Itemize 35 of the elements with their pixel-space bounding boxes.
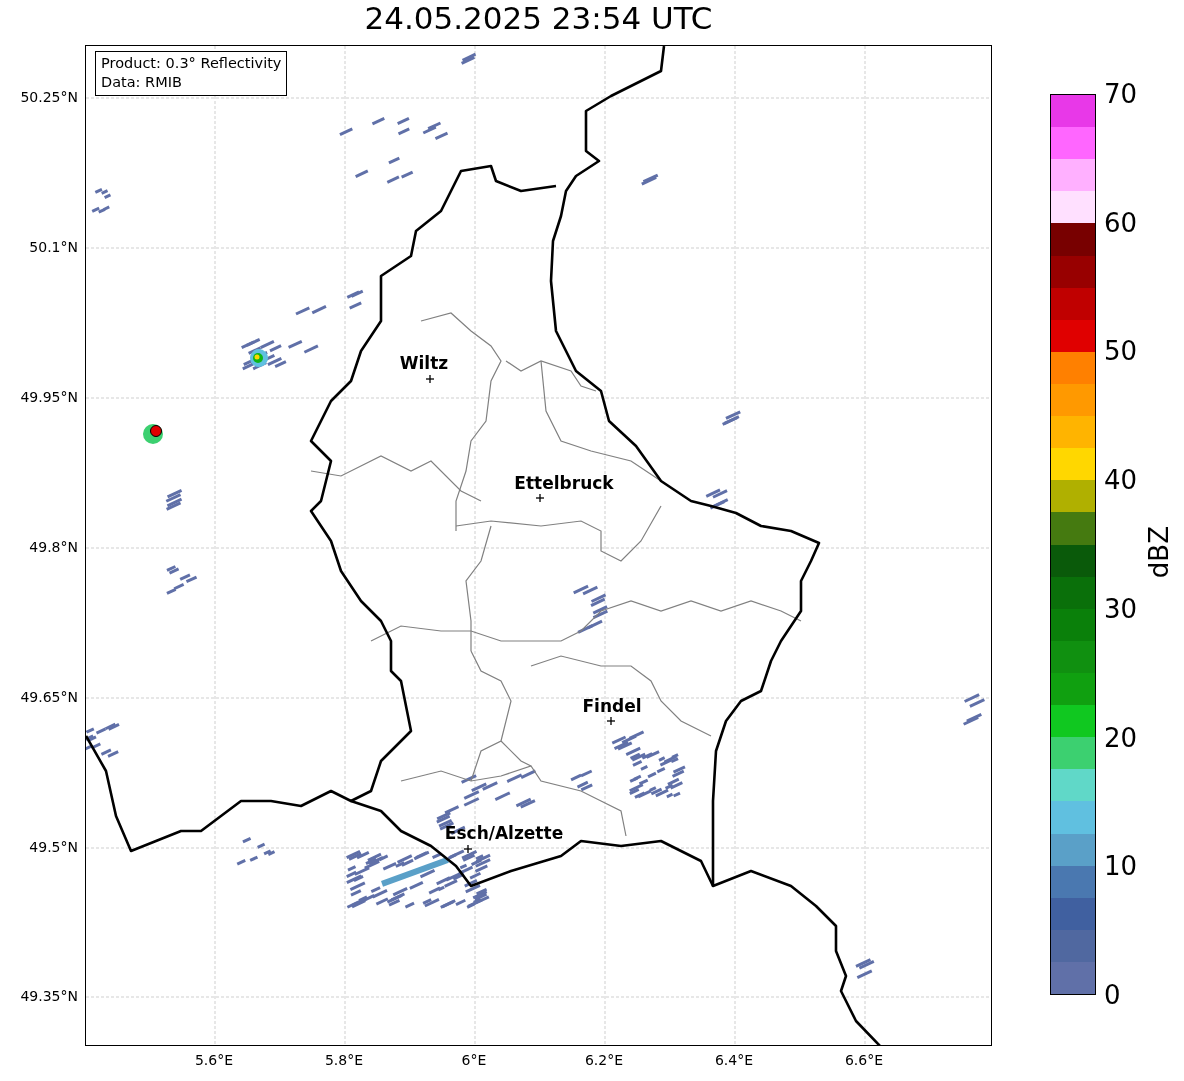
tick-label: 6.6°E	[844, 1051, 884, 1069]
tick-label: 49.65°N	[20, 688, 78, 706]
chart-title: 24.05.2025 23:54 UTC	[363, 0, 714, 38]
tick-label: 49.35°N	[20, 987, 78, 1005]
radar-hotspot-drawing	[250, 349, 268, 367]
legend-text: Product: 0.3° Reflectivity	[101, 54, 282, 73]
city-label: Findel	[582, 695, 642, 717]
city-label: Wiltz	[399, 352, 449, 374]
city-marker-icon	[535, 493, 545, 503]
tick-label: 40	[1104, 464, 1138, 498]
tick-label: 60	[1104, 206, 1138, 240]
city-label: Esch/Alzette	[444, 822, 564, 844]
city-marker-icon	[463, 844, 473, 854]
tick-label: 10	[1104, 850, 1138, 884]
tick-label: 50.1°N	[29, 238, 78, 256]
legend-text: Data: RMIB	[101, 73, 183, 92]
tick-label: 20	[1104, 721, 1138, 755]
tick-label: 49.95°N	[20, 388, 78, 406]
tick-label: 5.6°E	[194, 1051, 234, 1069]
tick-label: 6°E	[461, 1051, 487, 1069]
tick-label: 30	[1104, 592, 1138, 626]
tick-label: 49.8°N	[29, 538, 78, 556]
tick-label: 6.2°E	[584, 1051, 624, 1069]
tick-label: 5.8°E	[324, 1051, 364, 1069]
city-marker-icon	[606, 716, 616, 726]
colorbar-label: dBZ	[1144, 526, 1174, 579]
tick-label: 0	[1104, 979, 1121, 1012]
tick-label: 49.5°N	[29, 838, 78, 856]
tick-label: 50.25°N	[20, 88, 78, 106]
radar-site-marker	[143, 424, 163, 444]
city-label: Ettelbruck	[514, 472, 614, 494]
tick-label: 50	[1104, 335, 1138, 369]
tick-label: 70	[1104, 78, 1138, 111]
tick-label: 6.4°E	[714, 1051, 754, 1069]
city-marker-icon	[425, 374, 435, 384]
